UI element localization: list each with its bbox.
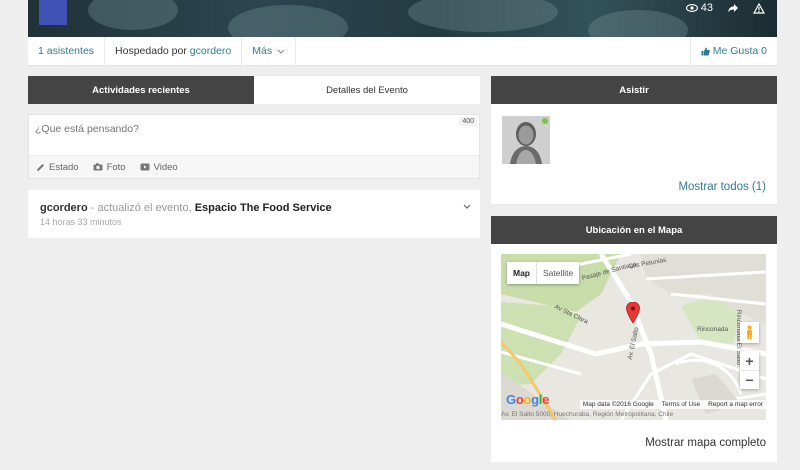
tab-recent-activity[interactable]: Actividades recientes bbox=[28, 76, 254, 104]
attendees-link[interactable]: 1 asistentes bbox=[28, 37, 106, 65]
attend-box: Mostrar todos (1) bbox=[491, 104, 777, 204]
more-dropdown[interactable]: Más bbox=[242, 37, 297, 65]
activity-event-link[interactable]: Espacio The Food Service bbox=[195, 202, 332, 214]
photo-option-label: Foto bbox=[106, 161, 126, 173]
event-tabs: Actividades recientes Detalles del Event… bbox=[28, 76, 480, 104]
google-logo: Google bbox=[506, 392, 550, 407]
eye-icon bbox=[685, 4, 698, 12]
terms-of-use-link[interactable]: Terms of Use bbox=[662, 401, 700, 408]
activity-timestamp: 14 horas 33 minutos bbox=[40, 217, 122, 227]
status-input[interactable] bbox=[29, 115, 479, 156]
map-type-control: Map Satellite bbox=[507, 262, 580, 284]
show-all-attendees-link[interactable]: Mostrar todos (1) bbox=[678, 181, 766, 193]
pencil-icon bbox=[37, 163, 44, 171]
map-street-label: Rinconada bbox=[697, 326, 729, 333]
map-attribution: Map data ©2016 Google Terms of Use Repor… bbox=[579, 400, 766, 409]
activity-verb: - actualizó el evento, bbox=[87, 202, 195, 214]
map-type-satellite-button[interactable]: Satellite bbox=[536, 262, 579, 284]
like-label: Me Gusta 0 bbox=[712, 45, 767, 57]
event-thumbnail[interactable] bbox=[39, 0, 67, 25]
activity-item: gcordero - actualizó el evento, Espacio … bbox=[28, 190, 480, 238]
avatar[interactable] bbox=[502, 116, 550, 164]
map-header: Ubicación en el Mapa bbox=[491, 216, 777, 244]
cover-photo-shape bbox=[408, 0, 558, 32]
chevron-down-icon bbox=[277, 49, 285, 54]
map-type-map-button[interactable]: Map bbox=[507, 262, 536, 284]
char-counter: 400 bbox=[459, 117, 477, 126]
share-icon[interactable] bbox=[727, 3, 739, 13]
event-cover: 43 bbox=[28, 0, 777, 37]
more-label: Más bbox=[252, 45, 273, 57]
camera-icon bbox=[93, 163, 103, 171]
cover-photo-shape bbox=[228, 5, 348, 37]
status-option[interactable]: Estado bbox=[36, 162, 79, 173]
map-pin-icon[interactable] bbox=[626, 302, 640, 324]
zoom-control: + − bbox=[740, 351, 759, 389]
hosted-by-label: Hospedado por bbox=[115, 45, 187, 57]
attend-header: Asistir bbox=[491, 76, 777, 104]
street-view-pegman[interactable] bbox=[740, 322, 759, 343]
map-data-credit: Map data ©2016 Google bbox=[582, 401, 654, 408]
video-option-label: Video bbox=[153, 161, 178, 173]
chevron-down-icon[interactable] bbox=[463, 204, 471, 209]
zoom-in-button[interactable]: + bbox=[740, 351, 759, 370]
views-count: 43 bbox=[700, 2, 713, 14]
video-icon bbox=[140, 163, 150, 171]
composer-options: Estado Foto Video bbox=[29, 155, 479, 178]
views-counter: 43 bbox=[685, 2, 713, 14]
report-icon[interactable] bbox=[753, 2, 765, 14]
online-indicator bbox=[542, 118, 548, 124]
event-subnav: 1 asistentes Hospedado por gcordero Más … bbox=[28, 37, 777, 66]
cover-photo-shape bbox=[588, 10, 688, 37]
host-link[interactable]: gcordero bbox=[190, 45, 231, 57]
activity-user-link[interactable]: gcordero bbox=[40, 202, 88, 214]
activity-text: gcordero - actualizó el evento, Espacio … bbox=[40, 202, 468, 214]
report-map-error-link[interactable]: Report a map error bbox=[708, 401, 763, 408]
hosted-by: Hospedado por gcordero bbox=[105, 37, 243, 65]
event-address: Av. El Salto 5000, Huechuraba, Región Me… bbox=[501, 411, 674, 418]
cover-photo-shape bbox=[88, 0, 178, 30]
zoom-out-button[interactable]: − bbox=[740, 370, 759, 389]
thumbs-up-icon bbox=[701, 47, 710, 55]
map-box: Av Sta Clara Av. El Salto Rinconada El S… bbox=[491, 244, 777, 462]
pegman-icon bbox=[747, 325, 752, 340]
location-map[interactable]: Av Sta Clara Av. El Salto Rinconada El S… bbox=[501, 254, 766, 420]
status-option-label: Estado bbox=[49, 161, 79, 173]
tab-event-details[interactable]: Detalles del Evento bbox=[254, 76, 480, 104]
video-option[interactable]: Video bbox=[140, 162, 178, 173]
show-full-map-link[interactable]: Mostrar mapa completo bbox=[645, 437, 766, 449]
like-button[interactable]: Me Gusta 0 bbox=[689, 37, 777, 65]
photo-option[interactable]: Foto bbox=[93, 162, 126, 173]
status-composer: 400 Estado Foto Video bbox=[28, 114, 480, 179]
